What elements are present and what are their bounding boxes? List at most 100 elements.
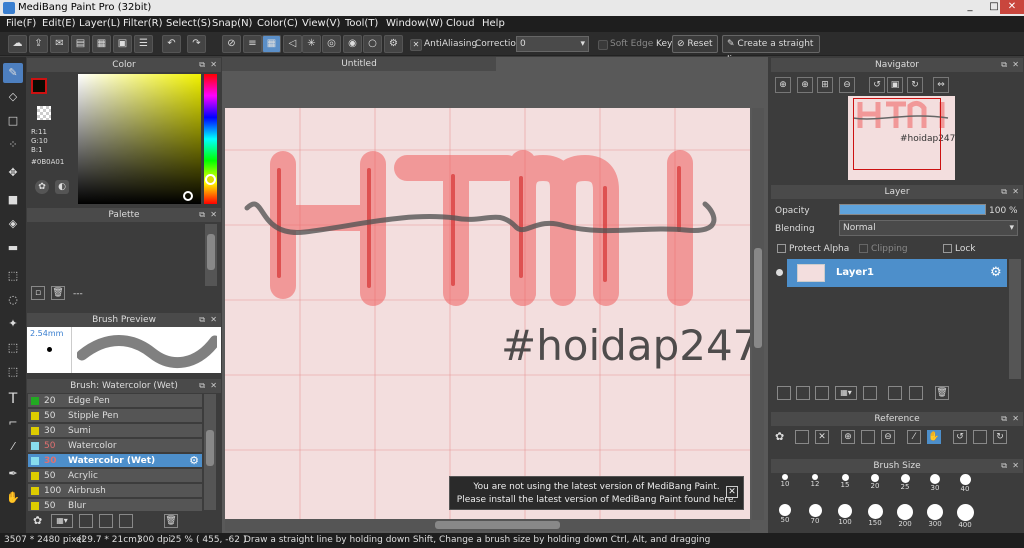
brush-list-item[interactable]: 50 Acrylic [28,469,202,483]
new-8bit-layer-icon[interactable] [815,386,829,400]
fill-rect-tool-icon[interactable]: ■ [3,190,23,210]
rotate-left-icon[interactable]: ↺ [953,430,967,444]
brush-list-item[interactable]: 50 Watercolor [28,439,202,453]
lock-checkbox[interactable] [943,244,952,253]
snap-grid-icon[interactable]: ▦ [262,35,281,53]
hue-slider[interactable] [204,74,217,204]
layer-scrollbar[interactable] [1009,259,1021,379]
dot-tool-icon[interactable]: ⁘ [3,135,23,155]
new-palette-icon[interactable]: ▫ [31,286,45,300]
background-color-swatch[interactable] [37,106,51,120]
brush-tool-icon[interactable]: ✎ [3,63,23,83]
new-vector-layer-icon[interactable] [796,386,810,400]
popout-icon[interactable]: ⧉ [199,313,205,327]
rotate-right-icon[interactable]: ↻ [993,430,1007,444]
color-wheel-icon[interactable]: ✿ [35,180,49,194]
brush-size-option[interactable]: 150 [865,502,885,532]
share-icon[interactable]: ⇪ [29,35,48,53]
brush-size-option[interactable]: 70 [805,502,825,532]
menu-layer[interactable]: Layer(L) [79,18,120,29]
close-panel-icon[interactable]: ✕ [1012,412,1019,426]
brush-list-scrollbar[interactable] [204,394,216,510]
bucket-tool-icon[interactable]: ◈ [3,214,23,234]
vertical-scrollbar[interactable] [752,108,764,520]
brush-size-option[interactable]: 40 [955,474,975,504]
color-palette-icon[interactable]: ◐ [55,180,69,194]
eraser-tool-icon[interactable]: ◇ [3,87,23,107]
text-tool-icon[interactable]: T [3,389,23,409]
new-layer-icon[interactable] [777,386,791,400]
page-icon[interactable]: ▦ [92,35,111,53]
gear-icon[interactable]: ⚙ [189,454,199,468]
brush-settings-icon[interactable] [79,514,93,528]
popout-icon[interactable]: ⧉ [199,208,205,222]
zoom-out-icon[interactable]: ⊖ [839,77,855,93]
grid-icon[interactable]: ▣ [113,35,132,53]
trash-icon[interactable]: 🗑 [51,286,65,300]
hand-tool-icon[interactable]: ✋ [3,488,23,508]
protect-alpha-checkbox[interactable] [777,244,786,253]
rectangle-tool-icon[interactable]: □ [3,111,23,131]
eyedropper-tool-icon[interactable]: ⁄ [3,437,23,457]
menu-snap[interactable]: Snap(N) [212,18,252,29]
redo-icon[interactable]: ↷ [187,35,206,53]
close-panel-icon[interactable]: ✕ [1012,58,1019,72]
select-pen-tool-icon[interactable]: ⬚ [3,338,23,358]
snap-radial-icon[interactable]: ✳ [302,35,321,53]
brush-list-item[interactable]: 30 Watercolor (Wet) ⚙ [28,454,202,468]
create-straight-line-button[interactable]: ✎ Create a straight line [722,35,820,65]
close-notice-button[interactable]: ✕ [726,486,738,498]
brush-size-option[interactable]: 20 [865,474,885,504]
snap-off-icon[interactable]: ⊘ [222,35,241,53]
snap-curve-icon[interactable]: ◉ [343,35,362,53]
menu-tool[interactable]: Tool(T) [345,18,378,29]
scrollbar-thumb[interactable] [754,248,762,348]
color-picker-handle[interactable] [183,191,193,201]
scrollbar-thumb[interactable] [206,430,214,466]
fit-icon[interactable] [861,430,875,444]
layer-visibility-toggle[interactable] [773,259,786,287]
menu-window[interactable]: Window(W) [386,18,443,29]
snap-parallel-icon[interactable]: ≡ [243,35,262,53]
reset-button[interactable]: ⊘ Reset [672,35,718,53]
add-layer-menu-icon[interactable]: ▦▾ [835,386,857,400]
foreground-color-swatch[interactable] [31,78,47,94]
minimize-button[interactable]: _ [958,0,982,14]
hand-icon[interactable]: ✋ [927,430,941,444]
merge-layer-icon[interactable] [909,386,923,400]
horizontal-scrollbar[interactable] [225,519,750,531]
palette-scrollbar[interactable] [205,224,217,286]
snap-settings-icon[interactable]: ⚙ [384,35,403,53]
pen-tool-icon[interactable]: ✒ [3,464,23,484]
fit-icon[interactable]: ⊞ [817,77,833,93]
close-button[interactable]: ✕ [1000,0,1024,14]
duplicate-layer-icon[interactable] [888,386,902,400]
update-notice[interactable]: You are not using the latest version of … [449,476,744,510]
brush-size-option[interactable]: 15 [835,474,855,504]
brush-list-item[interactable]: 100 Airbrush [28,484,202,498]
close-panel-icon[interactable]: ✕ [210,379,217,393]
select-rect-tool-icon[interactable]: ⬚ [3,266,23,286]
zoom-in-icon[interactable]: ⊕ [797,77,813,93]
popout-icon[interactable]: ⧉ [199,379,205,393]
zoom-in-icon[interactable]: ⊕ [841,430,855,444]
trash-icon[interactable]: 🗑 [164,514,178,528]
snap-perspective-icon[interactable]: ◁ [283,35,302,53]
list-icon[interactable]: ☰ [134,35,153,53]
reset-view-icon[interactable] [973,430,987,444]
brush-size-option[interactable]: 200 [895,502,915,532]
document-icon[interactable]: ▤ [71,35,90,53]
layer-row[interactable]: Layer1 ⚙ [787,259,1007,287]
antialiasing-checkbox[interactable]: ✕ [410,39,422,51]
clipping-checkbox[interactable] [859,244,868,253]
flip-icon[interactable]: ⇔ [933,77,949,93]
brush-size-option[interactable]: 10 [775,474,795,504]
cloud-icon[interactable]: ☁ [8,35,27,53]
popout-icon[interactable]: ⧉ [1001,185,1007,199]
brush-size-option[interactable]: 300 [925,502,945,532]
blending-select[interactable]: Normal ▾ [839,220,1018,236]
snap-ellipse-icon[interactable]: ○ [363,35,382,53]
close-panel-icon[interactable]: ✕ [210,58,217,72]
folder-icon[interactable] [863,386,877,400]
brush-cloud-icon[interactable]: ✿ [33,514,42,527]
